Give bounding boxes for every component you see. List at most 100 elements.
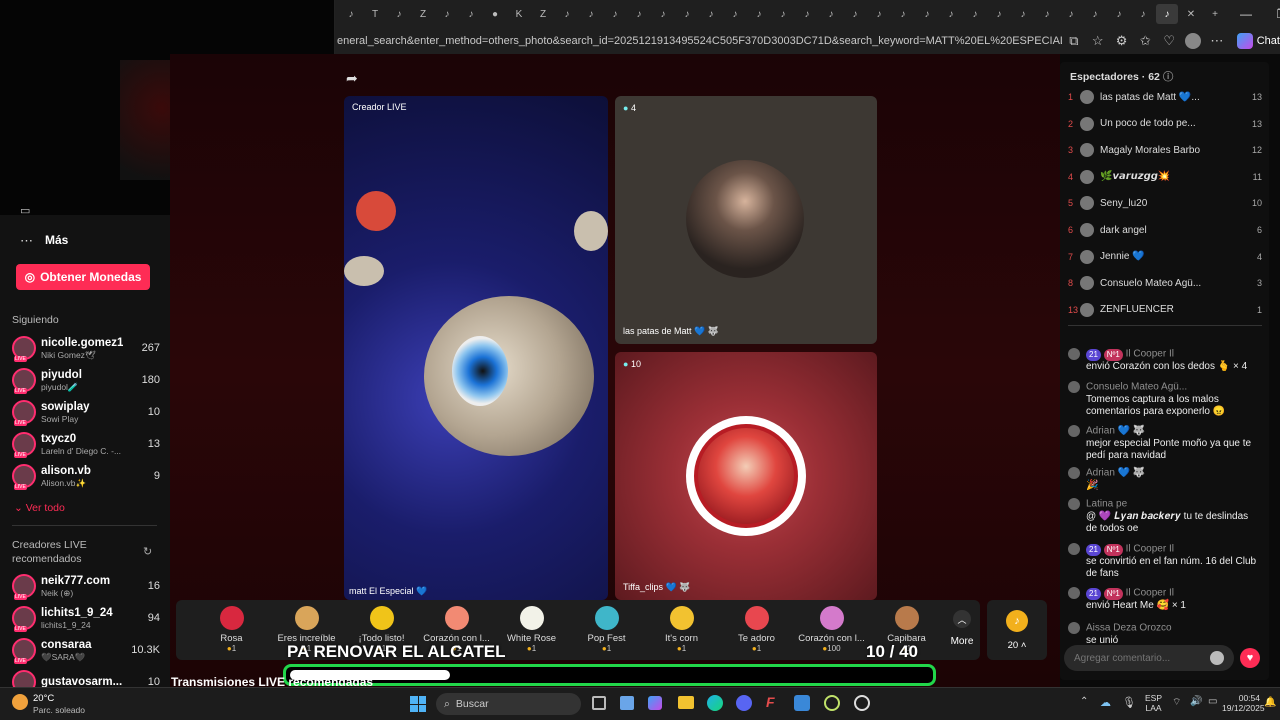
file-explorer-icon[interactable]: [678, 696, 694, 709]
minimize-icon[interactable]: —: [1228, 7, 1264, 21]
viewer-rank-row[interactable]: 8 Consuelo Mateo Agü... 3: [1068, 272, 1262, 294]
comment-input[interactable]: [1074, 652, 1204, 664]
browser-tab[interactable]: ♪: [940, 4, 962, 24]
browser-tab[interactable]: ♪: [1012, 4, 1034, 24]
viewer-rank-row[interactable]: 4 🌿𝙫𝙖𝙧𝙪𝙯𝙜𝙜💥 11: [1068, 166, 1262, 188]
creator-row[interactable]: LIVE nicolle.gomez1 Niki Gomez🕊 267: [12, 333, 160, 363]
new-tab-icon[interactable]: +: [1204, 4, 1226, 24]
viewer-rank-row[interactable]: 3 Magaly Morales Barbo 12: [1068, 139, 1262, 161]
see-all-link[interactable]: ⌄ Ver todo: [14, 502, 65, 514]
browser-tab[interactable]: ♪: [1108, 4, 1130, 24]
browser-tab[interactable]: ♪: [748, 4, 770, 24]
favorite-star-icon[interactable]: ☆: [1086, 33, 1110, 49]
viewer-rank-row[interactable]: 1 las patas de Matt 💙... 13: [1068, 86, 1262, 108]
comment-input-wrap[interactable]: [1064, 645, 1234, 671]
browser-tab[interactable]: ♪: [844, 4, 866, 24]
get-coins-button[interactable]: ◎ Obtener Monedas: [16, 264, 150, 290]
chat-avatar[interactable]: [1068, 348, 1080, 360]
app-icon-f[interactable]: F: [766, 694, 775, 710]
copilot-icon[interactable]: [1236, 33, 1253, 49]
collections-icon[interactable]: ♡: [1157, 33, 1181, 49]
volume-icon[interactable]: 🔊: [1190, 696, 1202, 707]
browser-tab[interactable]: ♪: [460, 4, 482, 24]
url-text[interactable]: eneral_search&enter_method=others_photo&…: [337, 35, 1062, 47]
refresh-icon[interactable]: ↻: [143, 545, 152, 558]
active-tab[interactable]: ♪: [1156, 4, 1178, 24]
gift-item[interactable]: Corazón con l... ●100: [794, 600, 869, 660]
tray-chevron-icon[interactable]: ⌃: [1080, 696, 1088, 707]
extension-icon[interactable]: ⚙: [1110, 33, 1134, 49]
browser-tab[interactable]: ♪: [964, 4, 986, 24]
browser-tab[interactable]: ♪: [988, 4, 1010, 24]
profile-avatar[interactable]: [1185, 33, 1201, 49]
close-tab-icon[interactable]: ✕: [1180, 4, 1202, 24]
language-indicator[interactable]: ESP LAA: [1145, 693, 1162, 713]
viewer-rank-row[interactable]: 13 ZENFLUENCER 1: [1068, 299, 1262, 321]
viewer-rank-row[interactable]: 2 Un poco de todo pe... 13: [1068, 113, 1262, 135]
chat-username[interactable]: Aissa Deza Orozco: [1086, 623, 1172, 634]
address-bar[interactable]: eneral_search&enter_method=others_photo&…: [335, 28, 1280, 54]
open-in-app-icon[interactable]: ⧉: [1062, 33, 1086, 49]
browser-tab[interactable]: ♪: [724, 4, 746, 24]
browser-tab[interactable]: ♪: [676, 4, 698, 24]
gift-item[interactable]: Rosa ●1: [194, 600, 269, 660]
browser-tab[interactable]: ♪: [556, 4, 578, 24]
creator-row[interactable]: LIVE txycz0 Lareln d' Diego C. -... 13: [12, 429, 160, 459]
microphone-icon[interactable]: 🎙: [1122, 696, 1136, 709]
gift-item[interactable]: Te adoro ●1: [719, 600, 794, 660]
browser-tab[interactable]: ♪: [604, 4, 626, 24]
gifts-more-button[interactable]: ︿ More: [944, 600, 980, 647]
maximize-icon[interactable]: ❐: [1264, 7, 1280, 21]
chat-avatar[interactable]: [1068, 587, 1080, 599]
browser-tab[interactable]: T: [364, 4, 386, 24]
browser-tab[interactable]: Z: [532, 4, 554, 24]
store-icon[interactable]: [620, 696, 634, 710]
guest-video-2[interactable]: ● 10 Tiffa_clips 💙 🐺: [615, 352, 877, 600]
chat-username[interactable]: Adrian 💙 🐺: [1086, 426, 1145, 437]
browser-tab[interactable]: ♪: [916, 4, 938, 24]
taskbar-search[interactable]: ⌕ Buscar: [436, 693, 581, 715]
task-view-icon[interactable]: [592, 696, 606, 710]
gift-item[interactable]: It's corn ●1: [644, 600, 719, 660]
creator-row[interactable]: LIVE consaraa 🖤SARA🖤 10.3K: [12, 635, 160, 665]
copilot-app-icon[interactable]: [648, 696, 662, 710]
browser-tab[interactable]: ♪: [340, 4, 362, 24]
browser-tab[interactable]: ♪: [700, 4, 722, 24]
more-icon[interactable]: ⋯: [20, 233, 33, 249]
edge-icon[interactable]: [707, 695, 723, 711]
browser-tab[interactable]: ♪: [820, 4, 842, 24]
chat-username[interactable]: Il Cooper Il: [1126, 544, 1174, 555]
chat-username[interactable]: Adrian 💙 🐺: [1086, 468, 1145, 479]
chat-avatar[interactable]: [1068, 543, 1080, 555]
app-icon-circle[interactable]: [824, 695, 840, 711]
wifi-icon[interactable]: ⌔: [1172, 696, 1181, 709]
browser-tab[interactable]: ♪: [772, 4, 794, 24]
chat-avatar[interactable]: [1068, 467, 1080, 479]
creator-row[interactable]: LIVE alison.vb Alison.vb✨ 9: [12, 461, 160, 491]
chat-username[interactable]: Latina pe: [1086, 499, 1127, 510]
creator-row[interactable]: LIVE neik777.com Neik (⊕) 16: [12, 571, 160, 601]
clock[interactable]: 00:54 19/12/2025: [1222, 693, 1265, 713]
browser-tab[interactable]: ♪: [1132, 4, 1154, 24]
creator-row[interactable]: LIVE sowiplay Sowi Play 10: [12, 397, 160, 427]
notification-bell-icon[interactable]: 🔔: [1264, 697, 1276, 708]
sidebar-item-icon[interactable]: ▭: [20, 204, 30, 217]
windows-start-icon[interactable]: [410, 696, 426, 712]
host-video-panel[interactable]: Creador LIVE matt El Especial 💙: [344, 96, 608, 600]
chat-username[interactable]: Il Cooper Il: [1126, 349, 1174, 360]
browser-tab[interactable]: ♪: [892, 4, 914, 24]
share-icon[interactable]: ➦: [346, 70, 358, 87]
obs-icon[interactable]: [854, 695, 870, 711]
chat-username[interactable]: Consuelo Mateo Agü...: [1086, 382, 1187, 393]
emoji-icon[interactable]: [1210, 651, 1224, 665]
viewer-rank-row[interactable]: 7 Jennie 💙 4: [1068, 246, 1262, 268]
browser-tab[interactable]: ♪: [868, 4, 890, 24]
cloud-icon[interactable]: ☁: [1100, 696, 1111, 709]
info-icon[interactable]: ⓘ: [1163, 71, 1174, 83]
browser-tab[interactable]: ♪: [436, 4, 458, 24]
guest-video-1[interactable]: ● 4 las patas de Matt 💙 🐺: [615, 96, 877, 344]
chat-username[interactable]: Il Cooper Il: [1126, 588, 1174, 599]
creator-row[interactable]: LIVE lichits1_9_24 lichits1_9_24 94: [12, 603, 160, 633]
menu-dots-icon[interactable]: ⋯: [1205, 33, 1229, 49]
chat-avatar[interactable]: [1068, 622, 1080, 634]
